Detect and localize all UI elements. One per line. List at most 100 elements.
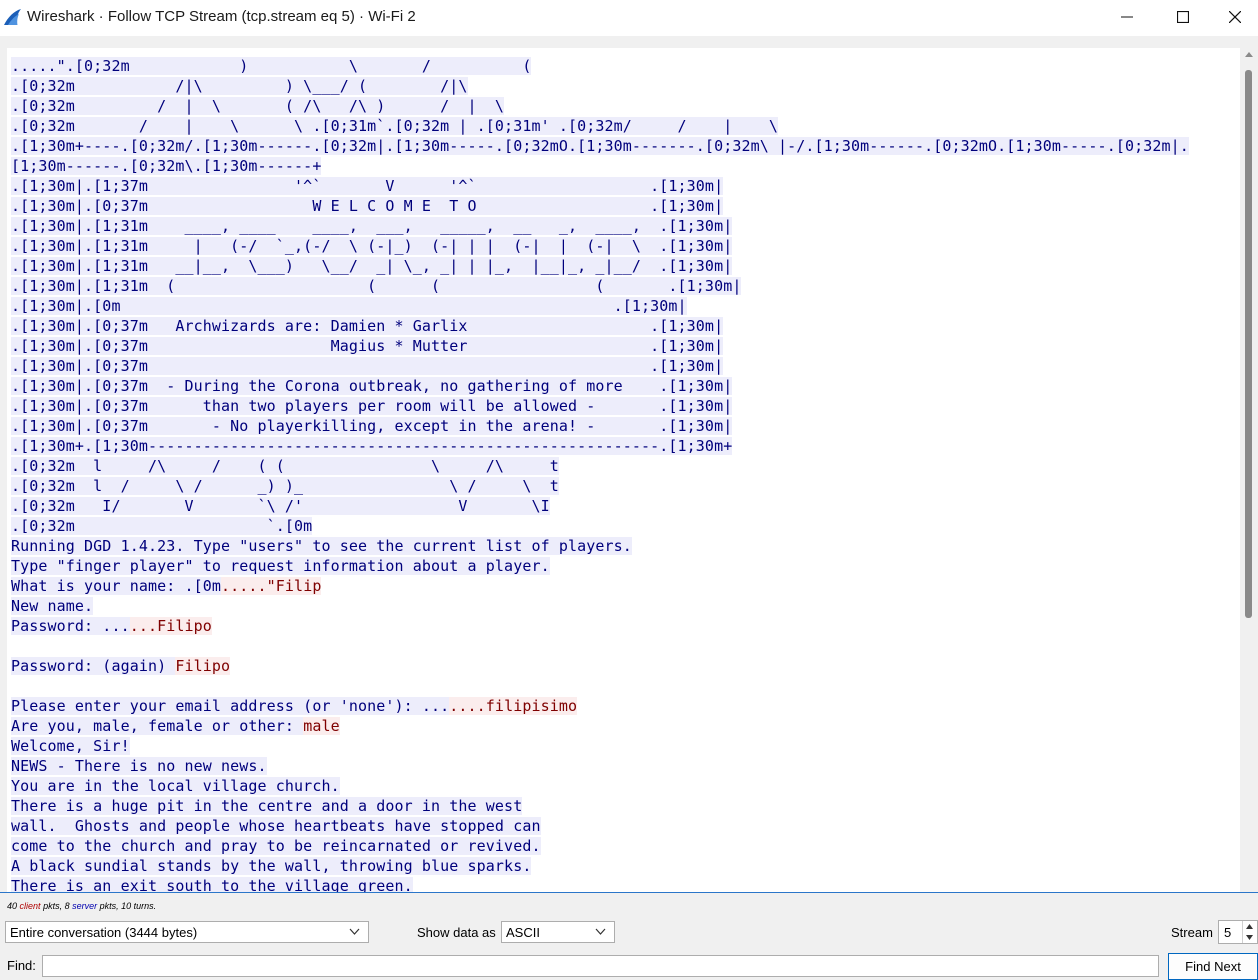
conversation-select[interactable]: Entire conversation (3444 bytes) [5, 921, 369, 943]
stream-text-area[interactable]: .....".[0;32m ) \ / ( .[0;32m /|\ ) \___/… [7, 48, 1240, 893]
server-data-segment: There is a huge pit in the centre and a … [11, 797, 523, 815]
stream-line: come to the church and pray to be reinca… [11, 836, 1189, 856]
client-label: client [19, 901, 41, 911]
server-data-segment: .[1;30m|.[0;37m .[1;30m| [11, 357, 724, 375]
server-data-segment: There is an exit south to the village gr… [11, 877, 413, 893]
stream-line: .[1;30m|.[1;31m | (-/ `_,(-/ \ (-|_) (-|… [11, 236, 1189, 256]
stream-number-spinbox[interactable]: 5 [1218, 920, 1258, 944]
server-data-segment: A black sundial stands by the wall, thro… [11, 857, 532, 875]
stream-line: .[0;32m l / \ / _) )_ \ / \ t [11, 476, 1189, 496]
client-data-segment: ....."Filip [221, 577, 322, 595]
server-data-segment: .[1;30m+.[1;30m-------------------------… [11, 437, 733, 455]
stats-tail: pkts, 10 turns. [99, 901, 157, 911]
stream-line: [1;30m------.[0;32m\.[1;30m------+ [11, 156, 1189, 176]
spin-up-icon[interactable] [1243, 921, 1256, 932]
show-data-as-value: ASCII [506, 925, 540, 940]
server-data-segment: .[1;30m|.[0;37m than two players per roo… [11, 397, 733, 415]
stream-line: .[1;30m|.[0;37m - During the Corona outb… [11, 376, 1189, 396]
stream-line: .[1;30m+----.[0;32m/.[1;30m------.[0;32m… [11, 136, 1189, 156]
stream-line: You are in the local village church. [11, 776, 1189, 796]
client-data-segment: male [303, 717, 340, 735]
stream-line: There is a huge pit in the centre and a … [11, 796, 1189, 816]
stream-line: wall. Ghosts and people whose heartbeats… [11, 816, 1189, 836]
server-data-segment: NEWS - There is no new news. [11, 757, 267, 775]
close-icon [1229, 11, 1241, 23]
server-data-segment: .[1;30m+----.[0;32m/.[1;30m------.[0;32m… [11, 137, 1189, 155]
server-data-segment: Welcome, Sir! [11, 737, 130, 755]
stream-line: .[1;30m|.[0m .[1;30m| [11, 296, 1189, 316]
server-data-segment: .[1;30m|.[0;37m - No playerkilling, exce… [11, 417, 733, 435]
server-data-segment: Password: (again) [11, 657, 176, 675]
scroll-up-arrow-icon[interactable] [1245, 52, 1253, 57]
server-data-segment: .[1;30m|.[0m .[1;30m| [11, 297, 687, 315]
stream-label: Stream [1171, 925, 1213, 940]
server-data-segment: .[0;32m l / \ / _) )_ \ / \ t [11, 477, 559, 495]
server-data-segment: come to the church and pray to be reinca… [11, 837, 541, 855]
stream-line: .[1;30m|.[0;37m W E L C O M E T O .[1;30… [11, 196, 1189, 216]
stream-line: Welcome, Sir! [11, 736, 1189, 756]
stream-line: .[1;30m|.[0;37m .[1;30m| [11, 356, 1189, 376]
stream-line: .[1;30m|.[1;31m ( ( ( ( .[1;30m| [11, 276, 1189, 296]
client-data-segment: ....filipisimo [449, 697, 578, 715]
find-next-button[interactable]: Find Next [1168, 953, 1258, 980]
server-data-segment: Type "finger player" to request informat… [11, 557, 550, 575]
stream-line: Password: ......Filipo [11, 616, 1189, 636]
server-data-segment: What is your name: .[0m [11, 577, 222, 595]
maximize-icon [1177, 11, 1189, 23]
stream-line: .[1;30m|.[0;37m Archwizards are: Damien … [11, 316, 1189, 336]
server-data-segment: New name. [11, 597, 94, 615]
server-data-segment: You are in the local village church. [11, 777, 340, 795]
title-bar: Wireshark · Follow TCP Stream (tcp.strea… [0, 0, 1258, 36]
stream-line: .[1;30m|.[1;37m '^` V '^` .[1;30m| [11, 176, 1189, 196]
server-data-segment: Password: ... [11, 617, 130, 635]
stream-line: Password: (again) Filipo [11, 656, 1189, 676]
stream-line: New name. [11, 596, 1189, 616]
stream-line: .[1;30m+.[1;30m-------------------------… [11, 436, 1189, 456]
window-title: Wireshark · Follow TCP Stream (tcp.strea… [27, 8, 416, 25]
stream-line: Running DGD 1.4.23. Type "users" to see … [11, 536, 1189, 556]
spin-down-icon[interactable] [1243, 932, 1256, 943]
stream-line: .....".[0;32m ) \ / ( [11, 56, 1189, 76]
stream-line: .[0;32m / | \ \ .[0;31m`.[0;32m | .[0;31… [11, 116, 1189, 136]
server-data-segment: .[0;32m l /\ / ( ( \ /\ t [11, 457, 559, 475]
server-data-segment: .[1;30m|.[0;37m - During the Corona outb… [11, 377, 733, 395]
server-data-segment: .[1;30m|.[1;31m ( ( ( ( .[1;30m| [11, 277, 742, 295]
find-input[interactable] [42, 955, 1159, 977]
stream-content: .....".[0;32m ) \ / ( .[0;32m /|\ ) \___/… [11, 56, 1189, 893]
minimize-button[interactable] [1104, 0, 1150, 34]
client-pkt-count: 40 [7, 901, 18, 911]
server-data-segment: .[1;30m|.[0;37m W E L C O M E T O .[1;30… [11, 197, 724, 215]
server-data-segment: .[1;30m|.[1;31m __|__, \___) \__/ _| \_,… [11, 257, 733, 275]
stream-line: .[1;30m|.[0;37m - No playerkilling, exce… [11, 416, 1189, 436]
server-data-segment: .[0;32m /|\ ) \___/ ( /|\ [11, 77, 468, 95]
stream-line: .[0;32m I/ V `\ /' V \I [11, 496, 1189, 516]
close-button[interactable] [1212, 0, 1258, 34]
packet-stats: 40 client pkts, 8 server pkts, 10 turns. [7, 901, 156, 911]
show-data-as-select[interactable]: ASCII [501, 921, 615, 943]
server-data-segment: .[0;32m / | \ \ .[0;31m`.[0;32m | .[0;31… [11, 117, 778, 135]
stream-line: .[1;30m|.[0;37m than two players per roo… [11, 396, 1189, 416]
scrollbar-thumb[interactable] [1245, 70, 1252, 618]
server-data-segment: wall. Ghosts and people whose heartbeats… [11, 817, 541, 835]
server-data-segment: .[0;32m / | \ ( /\ /\ ) / | \ [11, 97, 505, 115]
stream-line: .[1;30m|.[1;31m ____, ____ ____, ___, __… [11, 216, 1189, 236]
server-data-segment: .[1;30m|.[1;31m ____, ____ ____, ___, __… [11, 217, 733, 235]
server-data-segment: Are you, male, female or other: [11, 717, 304, 735]
server-data-segment: .[1;30m|.[0;37m Archwizards are: Damien … [11, 317, 724, 335]
stream-line [11, 676, 1189, 696]
server-data-segment: Running DGD 1.4.23. Type "users" to see … [11, 537, 632, 555]
stream-line: .[1;30m|.[1;31m __|__, \___) \__/ _| \_,… [11, 256, 1189, 276]
stream-line: What is your name: .[0m....."Filip [11, 576, 1189, 596]
server-data-segment: .....".[0;32m ) \ / ( [11, 57, 532, 75]
vertical-scrollbar[interactable] [1240, 48, 1258, 893]
wireshark-fin-icon [4, 9, 21, 25]
server-data-segment: .[0;32m I/ V `\ /' V \I [11, 497, 550, 515]
show-data-as-label: Show data as [417, 925, 496, 940]
content-divider [0, 892, 1258, 893]
stream-line: .[0;32m / | \ ( /\ /\ ) / | \ [11, 96, 1189, 116]
stream-line: NEWS - There is no new news. [11, 756, 1189, 776]
maximize-button[interactable] [1160, 0, 1206, 34]
find-label: Find: [7, 958, 36, 973]
stream-line: Please enter your email address (or 'non… [11, 696, 1189, 716]
server-data-segment: .[1;30m|.[1;37m '^` V '^` .[1;30m| [11, 177, 724, 195]
